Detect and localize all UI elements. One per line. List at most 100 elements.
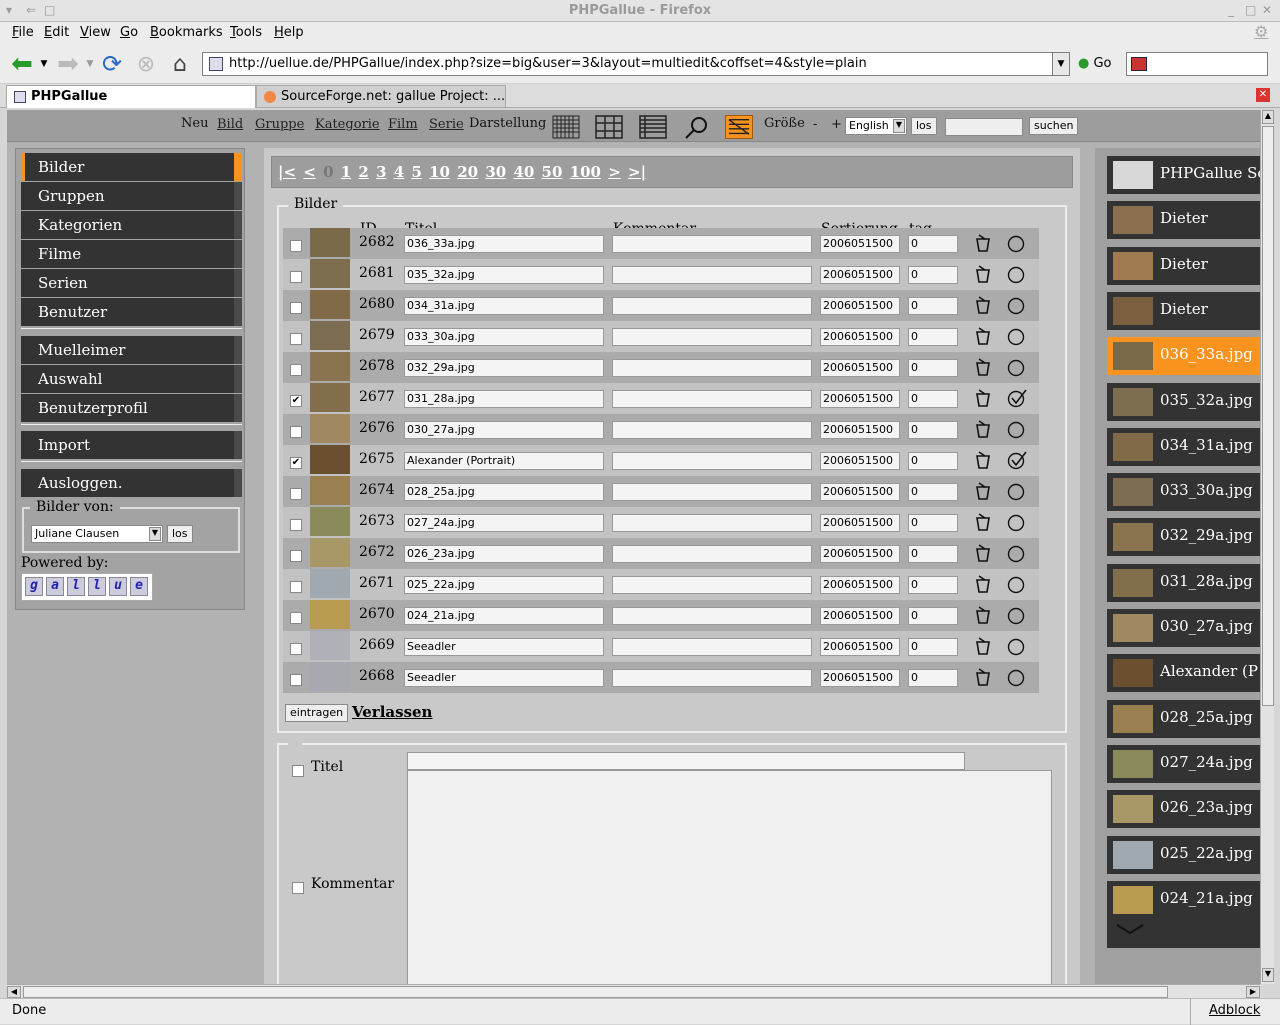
right-thumbnail-item[interactable]: 031_28a.jpg	[1107, 563, 1260, 602]
select-circle-icon[interactable]	[1007, 512, 1027, 532]
menu-tools[interactable]: Tools	[230, 25, 262, 40]
scroll-thumb[interactable]	[23, 986, 1168, 998]
row-checkbox[interactable]	[290, 550, 302, 562]
pager-first[interactable]: |<	[278, 163, 296, 181]
menu-muelleimer[interactable]: Muelleimer	[21, 336, 242, 364]
row-tag-input[interactable]: 0	[908, 483, 958, 501]
scroll-up-icon[interactable]: ▲	[1262, 110, 1274, 124]
row-checkbox[interactable]	[290, 240, 302, 252]
row-title-input[interactable]: 031_28a.jpg	[404, 390, 604, 408]
row-thumbnail[interactable]	[310, 600, 350, 629]
close-window-icon[interactable]: ✕	[1262, 3, 1272, 17]
forward-dropdown-icon[interactable]: ▼	[84, 53, 96, 75]
reload-icon[interactable]: ⟳	[100, 50, 124, 78]
right-thumbnail-item[interactable]: Dieter	[1107, 246, 1260, 285]
bulk-titel-checkbox[interactable]	[292, 765, 304, 777]
pager-page[interactable]: 3	[376, 163, 386, 181]
row-tag-input[interactable]: 0	[908, 328, 958, 346]
row-tag-input[interactable]: 0	[908, 266, 958, 284]
menu-gruppen[interactable]: Gruppen	[21, 182, 242, 210]
row-checkbox[interactable]	[290, 612, 302, 624]
row-title-input[interactable]: 034_31a.jpg	[404, 297, 604, 315]
row-thumbnail[interactable]	[310, 321, 350, 350]
select-circle-icon[interactable]	[1007, 419, 1027, 439]
menu-serien[interactable]: Serien	[21, 269, 242, 297]
menu-view[interactable]: View	[80, 25, 111, 40]
bulk-kommentar-textarea[interactable]	[407, 770, 1052, 984]
right-thumbnail-item[interactable]: 033_30a.jpg	[1107, 473, 1260, 512]
row-title-input[interactable]: 024_21a.jpg	[404, 607, 604, 625]
search-input[interactable]	[945, 118, 1023, 136]
scroll-down-icon[interactable]: ▼	[1262, 968, 1274, 982]
size-minus-button[interactable]: -	[813, 117, 817, 132]
row-sort-input[interactable]: 2006051500	[820, 235, 900, 253]
row-title-input[interactable]: 028_25a.jpg	[404, 483, 604, 501]
trash-icon[interactable]	[973, 357, 993, 377]
adblock-button[interactable]: Adblock	[1190, 999, 1260, 1025]
row-tag-input[interactable]: 0	[908, 235, 958, 253]
right-thumbnail-item[interactable]: 035_32a.jpg	[1107, 382, 1260, 421]
select-circle-icon[interactable]	[1007, 388, 1027, 408]
row-tag-input[interactable]: 0	[908, 607, 958, 625]
select-circle-icon[interactable]	[1007, 326, 1027, 346]
suchen-button[interactable]: suchen	[1029, 117, 1079, 135]
menu-filme[interactable]: Filme	[21, 240, 242, 268]
trash-icon[interactable]	[973, 264, 993, 284]
back-icon[interactable]: ⬅	[10, 49, 34, 79]
scroll-left-icon[interactable]: ◀	[7, 986, 21, 998]
scroll-right-icon[interactable]: ▶	[1246, 986, 1260, 998]
pager-page[interactable]: 20	[457, 163, 478, 181]
trash-icon[interactable]	[973, 388, 993, 408]
row-title-input[interactable]: 030_27a.jpg	[404, 421, 604, 439]
right-thumbnail-item[interactable]: 032_29a.jpg	[1107, 518, 1260, 557]
right-thumbnail-item[interactable]: Alexander (P	[1107, 654, 1260, 693]
select-circle-icon[interactable]	[1007, 605, 1027, 625]
menu-ausloggen[interactable]: Ausloggen.	[21, 469, 242, 497]
row-thumbnail[interactable]	[310, 569, 350, 598]
right-thumbnail-item[interactable]: 028_25a.jpg	[1107, 699, 1260, 738]
row-tag-input[interactable]: 0	[908, 297, 958, 315]
pager-page[interactable]: 50	[542, 163, 563, 181]
gallue-logo[interactable]: g a l l u e	[21, 573, 153, 601]
row-sort-input[interactable]: 2006051500	[820, 421, 900, 439]
tab-sourceforge[interactable]: SourceForge.net: gallue Project: ...	[256, 85, 506, 108]
row-tag-input[interactable]: 0	[908, 576, 958, 594]
user-select[interactable]: Juliane Clausen ▼	[31, 525, 163, 543]
select-circle-icon[interactable]	[1007, 667, 1027, 687]
new-kategorie-link[interactable]: Kategorie	[315, 117, 380, 132]
pager-page[interactable]: 1	[341, 163, 351, 181]
row-tag-input[interactable]: 0	[908, 390, 958, 408]
pager-page[interactable]: 30	[485, 163, 506, 181]
scroll-thumb[interactable]	[1262, 126, 1274, 706]
close-tab-icon[interactable]: ✕	[1256, 88, 1270, 102]
row-comment-input[interactable]	[612, 266, 812, 284]
select-circle-icon[interactable]	[1007, 543, 1027, 563]
url-dropdown-icon[interactable]: ▼	[1052, 52, 1070, 76]
trash-icon[interactable]	[973, 512, 993, 532]
pager-page[interactable]: 100	[570, 163, 601, 181]
row-thumbnail[interactable]	[310, 352, 350, 381]
pager-page[interactable]: 40	[513, 163, 534, 181]
right-thumbnail-item[interactable]: Dieter	[1107, 201, 1260, 240]
row-sort-input[interactable]: 2006051500	[820, 545, 900, 563]
row-tag-input[interactable]: 0	[908, 669, 958, 687]
row-thumbnail[interactable]	[310, 507, 350, 536]
pager-prev[interactable]: <	[303, 163, 316, 181]
stop-icon[interactable]: ⊗	[134, 52, 158, 77]
row-checkbox[interactable]	[290, 364, 302, 376]
row-tag-input[interactable]: 0	[908, 359, 958, 377]
vertical-scrollbar[interactable]: ▲ ▼	[1260, 110, 1274, 984]
row-tag-input[interactable]: 0	[908, 514, 958, 532]
row-title-input[interactable]: 026_23a.jpg	[404, 545, 604, 563]
row-sort-input[interactable]: 2006051500	[820, 359, 900, 377]
row-comment-input[interactable]	[612, 359, 812, 377]
trash-icon[interactable]	[973, 450, 993, 470]
menu-benutzer[interactable]: Benutzer	[21, 298, 242, 326]
horizontal-scrollbar[interactable]: ◀ ▶	[7, 984, 1260, 998]
row-title-input[interactable]: Seeadler	[404, 669, 604, 687]
right-thumbnail-item[interactable]: Dieter	[1107, 291, 1260, 330]
menu-auswahl[interactable]: Auswahl	[21, 365, 242, 393]
language-select[interactable]: English ▼	[845, 117, 907, 135]
row-checkbox[interactable]	[290, 519, 302, 531]
row-sort-input[interactable]: 2006051500	[820, 669, 900, 687]
